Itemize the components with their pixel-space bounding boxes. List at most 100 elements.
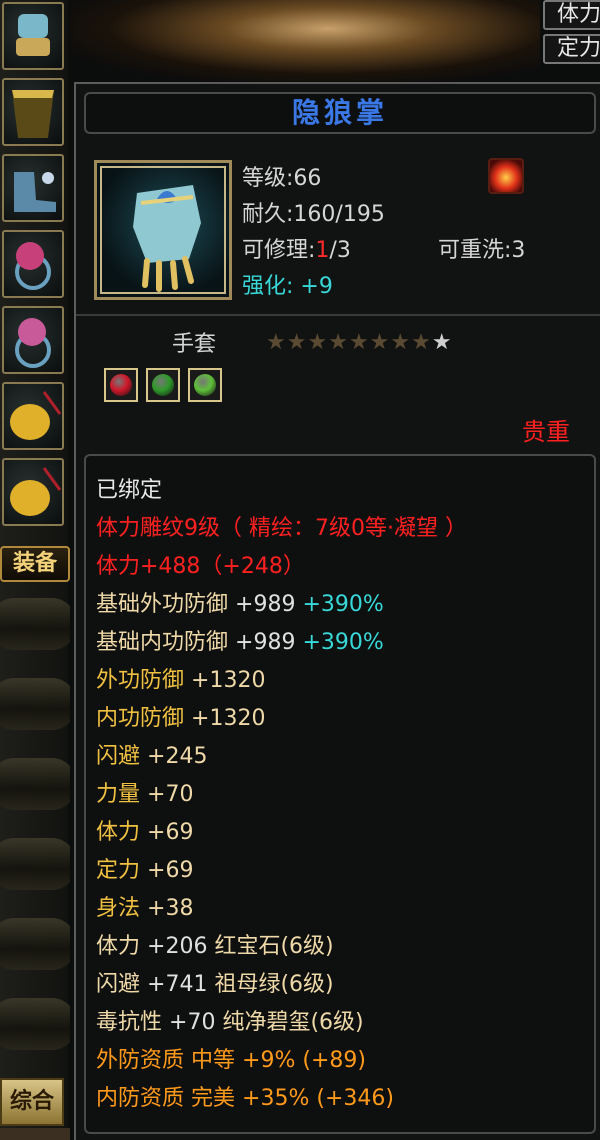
star-icon: ★ — [286, 330, 308, 355]
attribute-text — [140, 744, 147, 769]
attribute-text: +1320 — [191, 706, 266, 731]
attribute-text — [184, 1086, 191, 1111]
gem-icon — [110, 374, 132, 396]
attribute-text: +741 — [147, 972, 208, 997]
attribute-text — [235, 1086, 242, 1111]
rarity-label: 贵重 — [522, 418, 570, 446]
star-icon: ★ — [348, 330, 370, 355]
attribute-text: 红宝石(6级) — [214, 934, 334, 959]
attribute-text: 力量 — [96, 782, 141, 807]
star-icon: ★ — [431, 330, 453, 355]
star-icon: ★ — [266, 330, 287, 355]
stat-button-focus[interactable]: 定力 — [543, 34, 600, 64]
item-level: 等级:66 — [242, 166, 322, 191]
attribute-text: 基础外功防御 — [96, 592, 229, 617]
attribute-text: +245 — [147, 744, 208, 769]
attribute-text: +69 — [147, 820, 194, 845]
attribute-text: 体力 — [96, 934, 141, 959]
attribute-text: 外功防御 — [96, 668, 185, 693]
attribute-line: 定力 +69 — [96, 852, 193, 884]
amulet-icon — [10, 467, 62, 516]
item-durability: 耐久:160/195 — [242, 202, 385, 227]
attribute-text — [184, 706, 191, 731]
item-icon-frame — [94, 160, 232, 300]
attribute-text: +38 — [147, 896, 194, 921]
attribute-text: 体力雕纹9级（ 精绘：7级0等·凝望 ） — [96, 516, 467, 541]
attribute-text: 毒抗性 — [96, 1010, 163, 1035]
slot-cape[interactable] — [2, 78, 64, 146]
slot-ring-2[interactable] — [2, 306, 64, 374]
gem-icon — [194, 374, 216, 396]
attribute-text: 纯净碧玺(6级) — [222, 1010, 364, 1035]
attribute-line: 基础内功防御 +989 +390% — [96, 624, 384, 656]
item-repair-count: 可修理:1/3 — [242, 238, 351, 263]
attribute-text: 已绑定 — [96, 478, 163, 503]
slot-amulet-1[interactable] — [2, 382, 64, 450]
attribute-text: 内防资质 — [96, 1086, 185, 1111]
attribute-line: 体力+488（+248） — [96, 548, 305, 580]
attribute-line: 内功防御 +1320 — [96, 700, 265, 732]
attribute-text — [228, 592, 235, 617]
attribute-line: 毒抗性 +70 纯净碧玺(6级) — [96, 1004, 364, 1036]
attribute-line: 力量 +70 — [96, 776, 193, 808]
attribute-text: 内功防御 — [96, 706, 185, 731]
equipment-slot-strip: 装备 综合 — [0, 0, 70, 1140]
attribute-text: 身法 — [96, 896, 141, 921]
gem-slot-3[interactable] — [188, 368, 222, 402]
attribute-text — [162, 1010, 169, 1035]
slot-boots[interactable] — [2, 154, 64, 222]
attribute-text: +206 — [147, 934, 208, 959]
attribute-text: +989 — [235, 630, 296, 655]
attribute-text: (+346) — [316, 1086, 394, 1111]
attribute-text: 闪避 — [96, 744, 141, 769]
flame-badge-icon — [488, 158, 524, 194]
bottom-strip — [0, 1128, 70, 1140]
star-rating: ★★★★★★★★★ — [266, 330, 453, 355]
attribute-list: 已绑定体力雕纹9级（ 精绘：7级0等·凝望 ） 体力+488（+248） 基础外功防… — [84, 454, 596, 1134]
slot-gloves[interactable] — [2, 2, 64, 70]
slot-amulet-2[interactable] — [2, 458, 64, 526]
attribute-text: +69 — [147, 858, 194, 883]
attribute-line: 已绑定 — [96, 472, 162, 504]
gem-slot-1[interactable] — [104, 368, 138, 402]
stat-button-stamina[interactable]: 体力 — [543, 0, 600, 30]
attribute-text — [140, 972, 147, 997]
scroll-background — [0, 590, 70, 1070]
attribute-text — [140, 858, 147, 883]
attribute-text: +35% — [242, 1086, 310, 1111]
item-type: 手套 — [172, 332, 217, 357]
attribute-text — [140, 896, 147, 921]
attribute-text — [235, 1048, 242, 1073]
attribute-text: 祖母绿(6级) — [214, 972, 334, 997]
attribute-text: +70 — [169, 1010, 216, 1035]
amulet-icon — [10, 391, 62, 440]
attribute-text — [228, 630, 235, 655]
gem-icon — [152, 374, 174, 396]
attribute-line: 外功防御 +1320 — [96, 662, 265, 694]
star-icon: ★ — [411, 330, 432, 355]
attribute-text — [140, 782, 147, 807]
attribute-line: 基础外功防御 +989 +390% — [96, 586, 384, 618]
slot-ring-1[interactable] — [2, 230, 64, 298]
item-rewash-count: 可重洗:3 — [438, 238, 526, 263]
attribute-text: +70 — [147, 782, 194, 807]
star-icon: ★ — [369, 330, 391, 355]
attribute-line: 体力 +206 红宝石(6级) — [96, 928, 334, 960]
attribute-line: 闪避 +741 祖母绿(6级) — [96, 966, 334, 998]
cape-icon — [12, 90, 54, 138]
divider — [76, 314, 600, 316]
attribute-text — [140, 934, 147, 959]
overview-tab[interactable]: 综合 — [0, 1078, 64, 1126]
attribute-line: 体力雕纹9级（ 精绘：7级0等·凝望 ） — [96, 510, 467, 542]
equipment-tab[interactable]: 装备 — [0, 546, 70, 582]
item-name: 隐狼掌 — [84, 92, 596, 134]
gem-slot-2[interactable] — [146, 368, 180, 402]
attribute-text: 体力 — [96, 820, 141, 845]
attribute-text: 基础内功防御 — [96, 630, 229, 655]
attribute-line: 身法 +38 — [96, 890, 193, 922]
ring-icon — [15, 318, 51, 368]
attribute-text: 完美 — [191, 1086, 236, 1111]
attribute-text: +989 — [235, 592, 296, 617]
attribute-text: 体力+488（+248） — [96, 554, 305, 579]
attribute-text: 外防资质 — [96, 1048, 185, 1073]
